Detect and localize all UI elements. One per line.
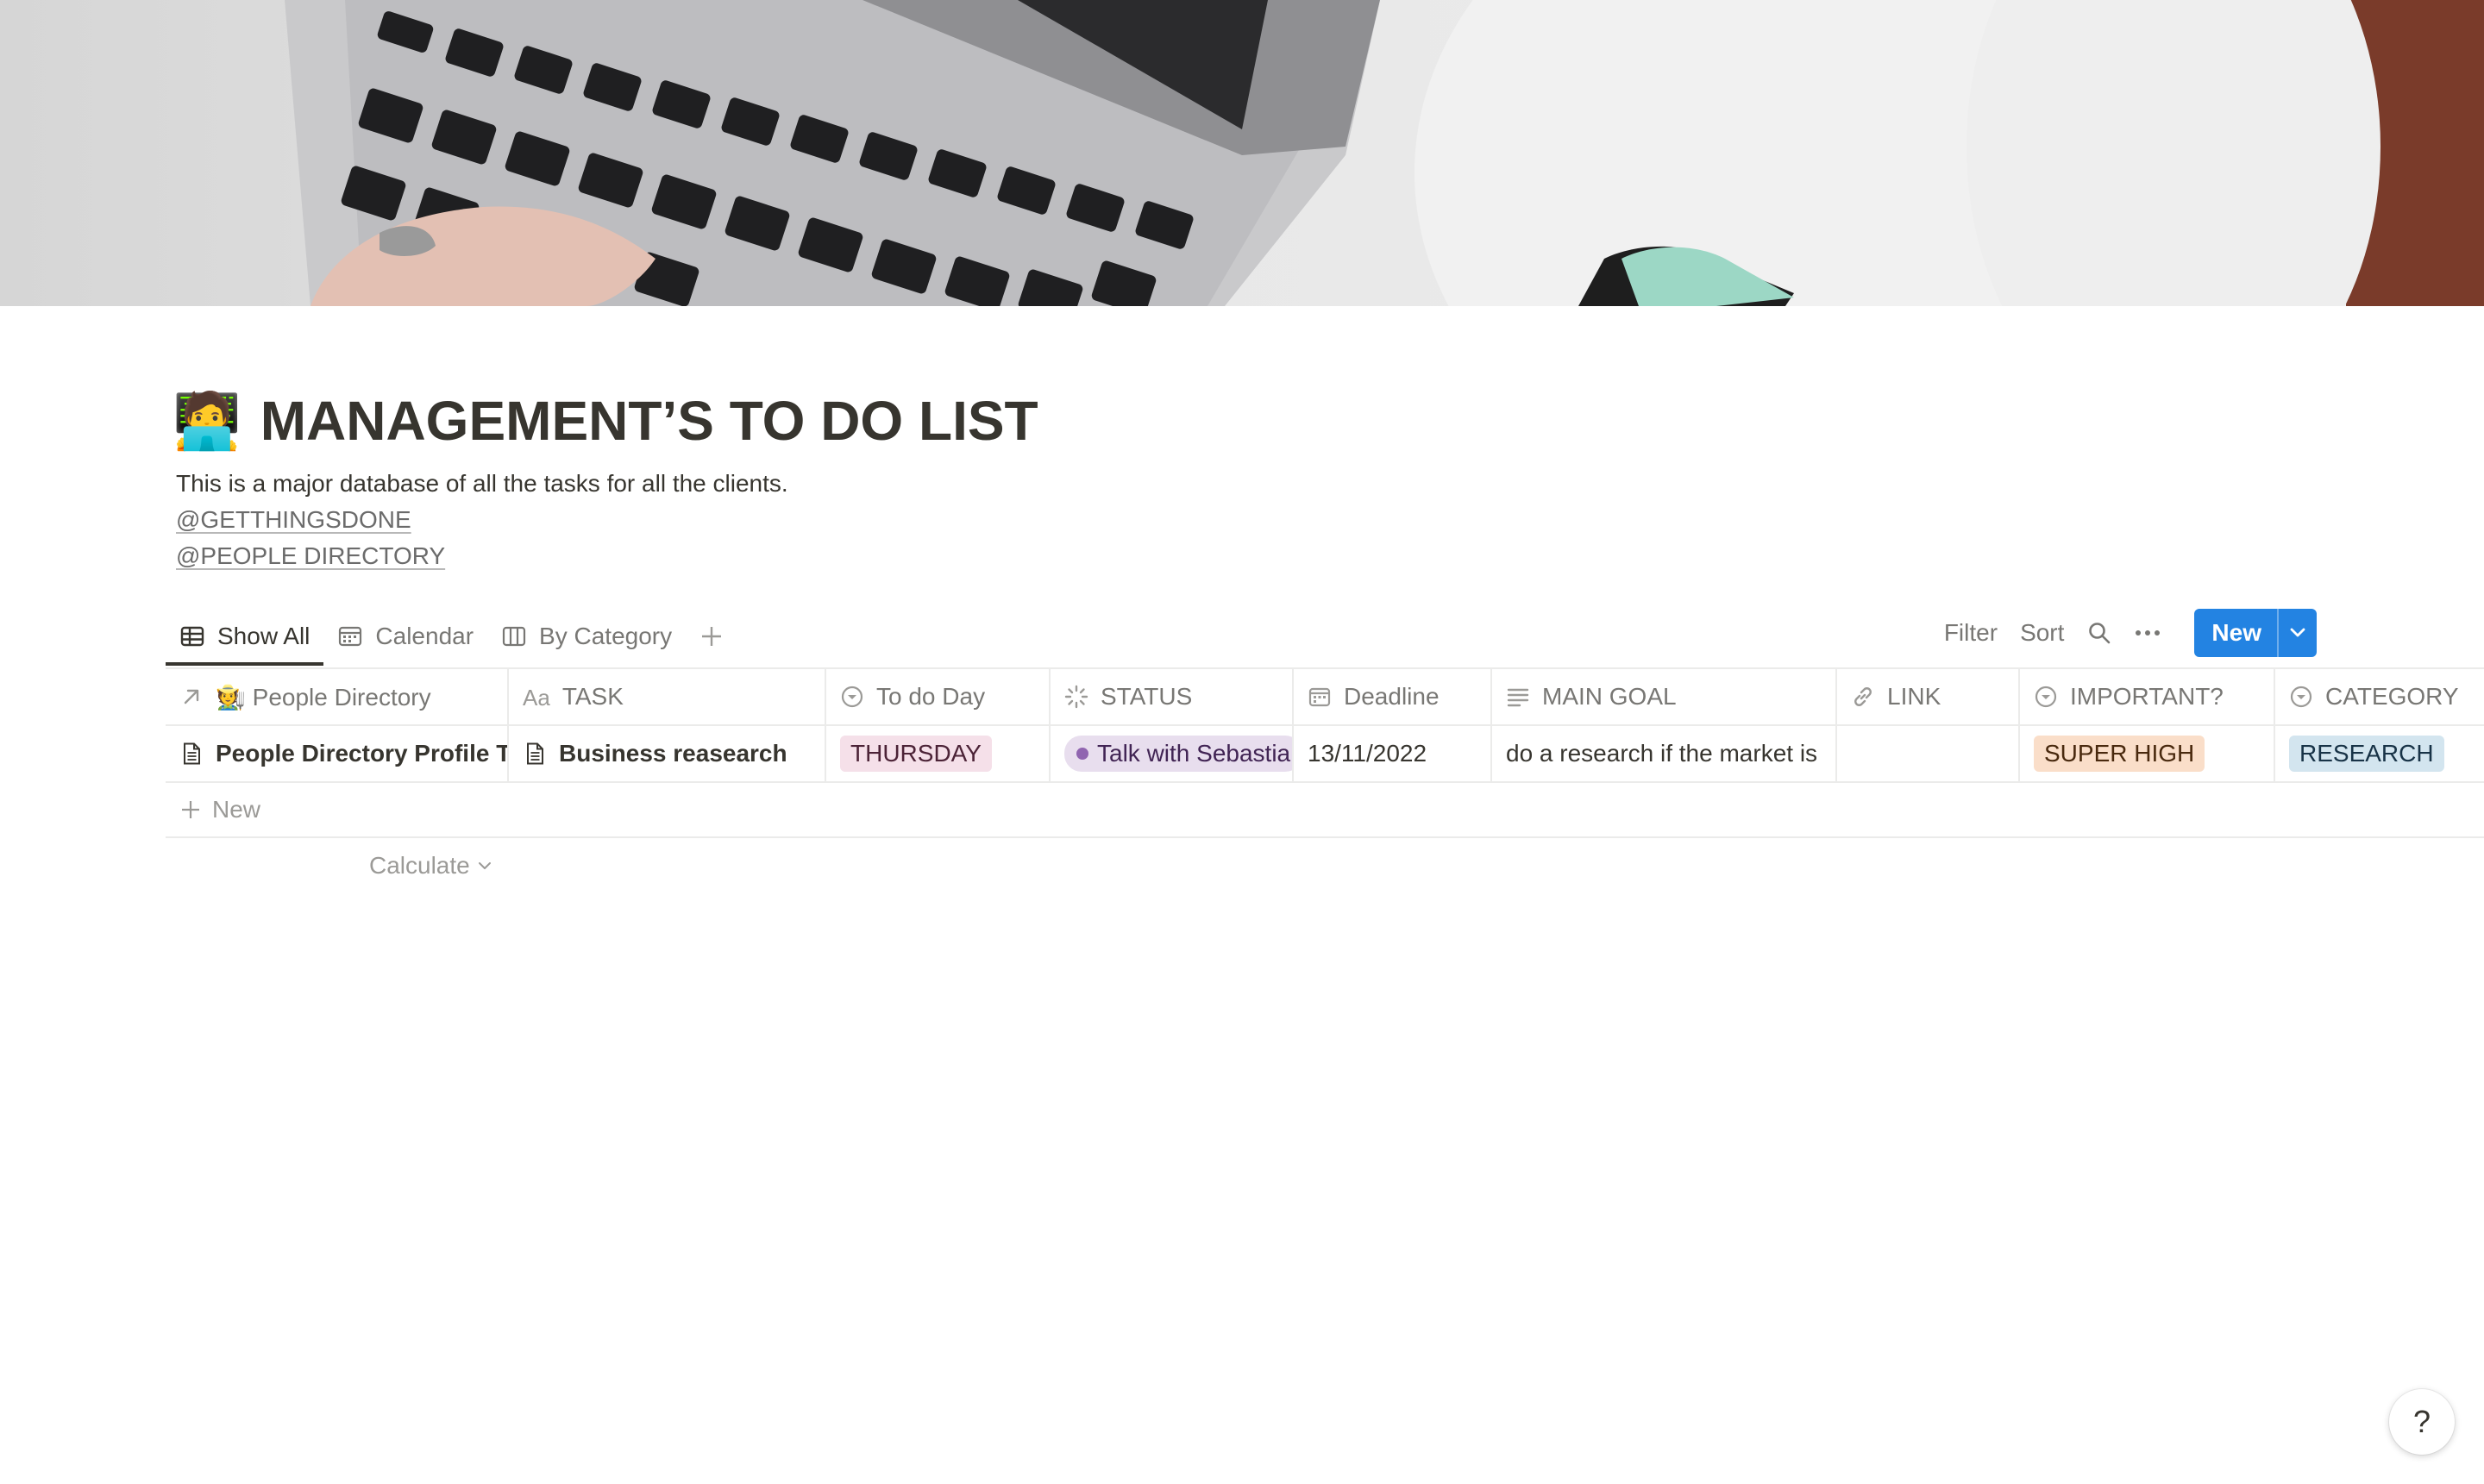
cover-image[interactable]: [0, 0, 2484, 306]
cell-important[interactable]: SUPER HIGH: [2020, 726, 2275, 781]
status-icon: [1064, 685, 1088, 709]
filter-button[interactable]: Filter: [1933, 609, 2009, 657]
calculate-label: Calculate: [369, 852, 470, 879]
cell-main-goal[interactable]: do a research if the market is: [1492, 726, 1837, 781]
page-description: This is a major database of all the task…: [176, 466, 788, 574]
plus-icon: [702, 627, 722, 646]
cell-link[interactable]: [1837, 726, 2020, 781]
page: 🧑‍💻 MANAGEMENT’S TO DO LIST This is a ma…: [0, 0, 2484, 1484]
database-toolbar: Filter Sort New: [1933, 609, 2317, 657]
mention-people-directory[interactable]: @PEOPLE DIRECTORY: [176, 538, 788, 574]
ellipsis-icon: [2136, 630, 2161, 636]
deadline-value: 13/11/2022: [1308, 740, 1427, 767]
search-button[interactable]: [2075, 609, 2123, 657]
select-icon: [2290, 686, 2312, 708]
view-tabs: Show All Calendar By Category: [166, 607, 731, 666]
date-icon: [1308, 687, 1331, 707]
table-row[interactable]: People Directory Profile T Business reas…: [166, 726, 2484, 783]
cell-status[interactable]: Talk with Sebastia: [1051, 726, 1294, 781]
page-emoji-icon[interactable]: 🧑‍💻: [172, 393, 242, 448]
column-header-label: IMPORTANT?: [2070, 683, 2224, 710]
column-header-label: LINK: [1887, 683, 1941, 710]
column-header-label: CATEGORY: [2325, 683, 2459, 710]
help-icon: ?: [2412, 1404, 2431, 1439]
database-table: 🧑‍🌾 People Directory Aa TASK To do Day: [166, 669, 2484, 838]
cell-task[interactable]: Business reasearch: [509, 726, 826, 781]
calendar-icon: [339, 626, 362, 647]
chevron-down-icon: [478, 862, 491, 869]
tab-calendar[interactable]: Calendar: [323, 607, 487, 666]
tab-show-all[interactable]: Show All: [166, 607, 324, 666]
add-row-button[interactable]: New: [166, 783, 2484, 838]
title-aa-icon: Aa: [523, 685, 550, 711]
relation-arrow-icon: [184, 689, 199, 704]
add-view-button[interactable]: [693, 617, 731, 655]
cell-people-directory[interactable]: People Directory Profile T: [166, 726, 509, 781]
column-header-main-goal[interactable]: MAIN GOAL: [1492, 669, 1837, 724]
column-header-label: MAIN GOAL: [1542, 683, 1677, 710]
chevron-down-icon: [2290, 628, 2305, 637]
cell-to-do-day[interactable]: THURSDAY: [826, 726, 1051, 781]
main-goal-value: do a research if the market is: [1506, 740, 1818, 767]
status-badge: Talk with Sebastia: [1064, 736, 1292, 772]
tab-by-category[interactable]: By Category: [487, 607, 686, 666]
page-title[interactable]: MANAGEMENT’S TO DO LIST: [260, 389, 1038, 453]
new-record-button-group: New: [2194, 609, 2317, 657]
relation-page-link[interactable]: People Directory Profile T: [216, 740, 507, 767]
add-row-label: New: [212, 796, 261, 823]
todo-day-tag: THURSDAY: [840, 736, 992, 772]
column-header-label: TASK: [561, 683, 624, 710]
search-icon: [2089, 623, 2111, 644]
status-dot-icon: [1076, 748, 1088, 760]
table-icon: [180, 626, 204, 647]
new-record-button[interactable]: New: [2194, 609, 2277, 657]
column-header-link[interactable]: LINK: [1837, 669, 2020, 724]
column-header-label: STATUS: [1101, 683, 1193, 710]
plus-icon: [182, 801, 199, 818]
status-label: Talk with Sebastia: [1097, 740, 1291, 767]
link-icon: [1854, 687, 1872, 706]
tab-label: Show All: [217, 623, 310, 649]
more-options-button[interactable]: [2123, 609, 2172, 657]
tab-label: By Category: [539, 623, 673, 649]
page-title-row: 🧑‍💻 MANAGEMENT’S TO DO LIST: [172, 386, 1038, 455]
important-tag: SUPER HIGH: [2034, 736, 2205, 772]
board-icon: [502, 626, 526, 647]
column-header-to-do-day[interactable]: To do Day: [826, 669, 1051, 724]
text-icon: [1507, 688, 1529, 707]
select-icon: [841, 686, 863, 708]
help-button[interactable]: ?: [2389, 1389, 2455, 1455]
task-title[interactable]: Business reasearch: [559, 740, 787, 767]
cell-category[interactable]: RESEARCH: [2275, 726, 2484, 781]
column-header-status[interactable]: STATUS: [1051, 669, 1294, 724]
column-header-label: 🧑‍🌾 People Directory: [216, 683, 431, 711]
tab-label: Calendar: [375, 623, 474, 649]
calculate-button[interactable]: Calculate: [369, 852, 492, 880]
column-header-deadline[interactable]: Deadline: [1294, 669, 1492, 724]
column-header-important[interactable]: IMPORTANT?: [2020, 669, 2275, 724]
sort-button[interactable]: Sort: [2009, 609, 2075, 657]
select-icon: [2035, 686, 2057, 708]
laptop-desk-photo: [0, 0, 2484, 306]
cell-deadline[interactable]: 13/11/2022: [1294, 726, 1492, 781]
mention-getthingsdone[interactable]: @GETTHINGSDONE: [176, 502, 788, 538]
column-header-category[interactable]: CATEGORY: [2275, 669, 2484, 724]
column-header-task[interactable]: Aa TASK: [509, 669, 826, 724]
page-icon: [527, 742, 543, 765]
column-header-label: Deadline: [1344, 683, 1440, 710]
new-record-dropdown[interactable]: [2277, 609, 2317, 657]
column-header-people-directory[interactable]: 🧑‍🌾 People Directory: [166, 669, 509, 724]
column-header-label: To do Day: [876, 683, 986, 710]
page-icon: [184, 742, 200, 765]
description-text: This is a major database of all the task…: [176, 470, 788, 497]
table-header-row: 🧑‍🌾 People Directory Aa TASK To do Day: [166, 669, 2484, 726]
category-tag: RESEARCH: [2289, 736, 2444, 772]
